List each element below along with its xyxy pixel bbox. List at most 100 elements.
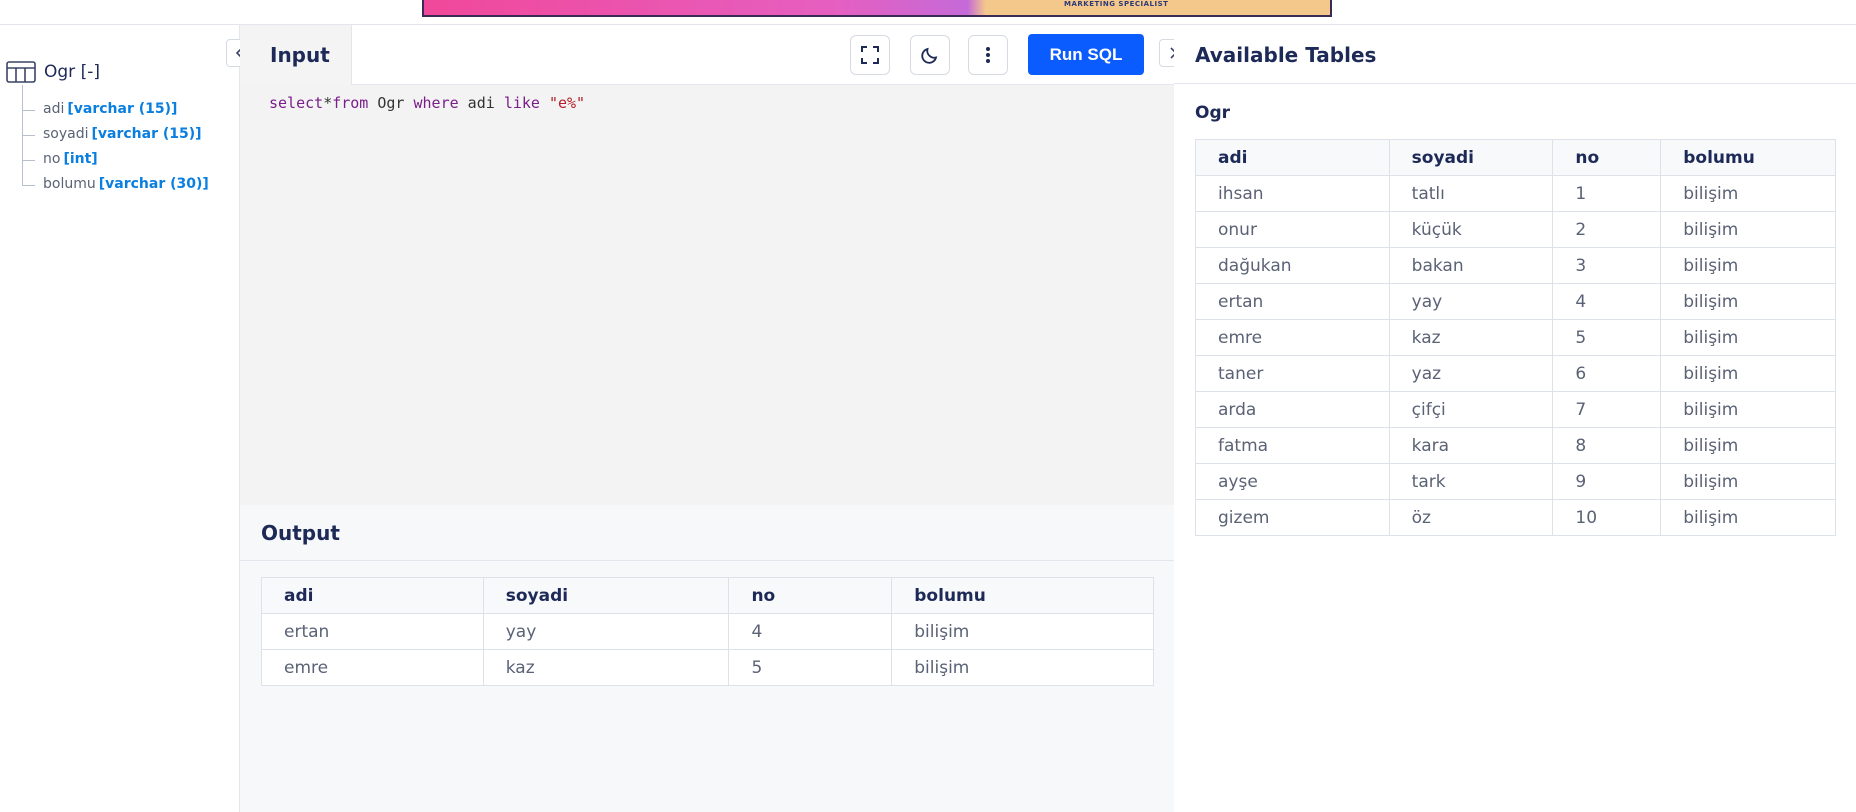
output-section: Output adi soyadi no bolumu ertan yay 4 …	[240, 505, 1174, 812]
table-cell: fatma	[1195, 427, 1390, 464]
table-row: ertan yay 4 bilişim	[1195, 283, 1836, 320]
table-cell: 1	[1552, 175, 1662, 212]
table-header-row: adi soyadi no bolumu	[261, 577, 1154, 614]
table-cell: 4	[728, 613, 893, 650]
table-row: fatma kara 8 bilişim	[1195, 427, 1836, 464]
table-cell: bakan	[1388, 247, 1554, 284]
column-name: soyadi	[43, 126, 89, 142]
code-token: Ogr	[368, 94, 414, 112]
table-cell: 5	[728, 649, 893, 686]
column-header: adi	[1195, 139, 1390, 176]
table-row: dağukan bakan 3 bilişim	[1195, 247, 1836, 284]
available-table-body: ihsan tatlı 1 bilişim onur küçük 2 bilişim dağuk…	[1195, 175, 1836, 536]
table-cell: yaz	[1388, 355, 1554, 392]
table-row: ihsan tatlı 1 bilişim	[1195, 175, 1836, 212]
column-header: bolumu	[891, 577, 1154, 614]
table-cell: 4	[1552, 283, 1662, 320]
table-cell: 5	[1552, 319, 1662, 356]
column-header: soyadi	[1388, 139, 1554, 176]
table-cell: emre	[261, 649, 484, 686]
code-string: "e%"	[548, 94, 586, 112]
table-cell: 2	[1552, 211, 1662, 248]
column-item: adi [varchar (15)]	[22, 85, 209, 122]
table-cell: bilişim	[1660, 319, 1836, 356]
theme-toggle-button[interactable]	[910, 35, 950, 75]
table-cell: taner	[1195, 355, 1390, 392]
column-header: bolumu	[1660, 139, 1836, 176]
table-node-label: Ogr [-]	[44, 62, 100, 82]
table-cell: yay	[1388, 283, 1554, 320]
table-icon	[6, 61, 36, 83]
moon-icon	[921, 47, 938, 64]
input-header: Input Run SQL	[240, 25, 1174, 85]
table-node-ogr[interactable]: Ogr [-]	[6, 61, 100, 83]
table-cell: tark	[1388, 463, 1554, 500]
table-cell: 3	[1552, 247, 1662, 284]
table-cell: tatlı	[1388, 175, 1554, 212]
output-table: adi soyadi no bolumu ertan yay 4 bilişim…	[261, 577, 1154, 686]
table-cell: onur	[1195, 211, 1390, 248]
table-cell: bilişim	[1660, 211, 1836, 248]
column-item: no [int]	[22, 135, 209, 172]
column-item: soyadi [varchar (15)]	[22, 110, 209, 147]
available-table-name: Ogr	[1195, 103, 1231, 123]
available-tables-header: Available Tables	[1174, 25, 1856, 84]
table-cell: bilişim	[1660, 247, 1836, 284]
fullscreen-button[interactable]	[850, 35, 890, 75]
table-row: taner yaz 6 bilişim	[1195, 355, 1836, 392]
table-cell: bilişim	[1660, 391, 1836, 428]
column-header: no	[728, 577, 893, 614]
table-cell: bilişim	[1660, 175, 1836, 212]
table-row: ayşe tark 9 bilişim	[1195, 463, 1836, 500]
table-row: emre kaz 5 bilişim	[261, 649, 1154, 686]
run-sql-button[interactable]: Run SQL	[1028, 34, 1144, 75]
table-row: arda çifçi 7 bilişim	[1195, 391, 1836, 428]
table-cell: öz	[1388, 499, 1554, 536]
available-table: adi soyadi no bolumu ihsan tatlı 1 bilişim o…	[1195, 139, 1836, 536]
top-bar: MARKETING SPECIALIST	[0, 0, 1856, 25]
table-cell: dağukan	[1195, 247, 1390, 284]
code-keyword: select	[269, 94, 324, 112]
column-type: [int]	[63, 151, 98, 167]
code-token: adi	[458, 94, 504, 112]
table-cell: 8	[1552, 427, 1662, 464]
more-options-button[interactable]	[968, 35, 1008, 75]
table-cell: kaz	[1388, 319, 1554, 356]
table-row: emre kaz 5 bilişim	[1195, 319, 1836, 356]
table-cell: arda	[1195, 391, 1390, 428]
table-cell: bilişim	[1660, 499, 1836, 536]
table-cell: yay	[482, 613, 730, 650]
table-cell: bilişim	[1660, 427, 1836, 464]
code-keyword: from	[332, 94, 369, 112]
code-keyword: where	[413, 94, 459, 112]
column-header: no	[1552, 139, 1662, 176]
table-cell: bilişim	[1660, 355, 1836, 392]
table-row: ertan yay 4 bilişim	[261, 613, 1154, 650]
table-cell: emre	[1195, 319, 1390, 356]
column-name: bolumu	[43, 176, 96, 192]
code-keyword: like	[503, 94, 540, 112]
table-cell: gizem	[1195, 499, 1390, 536]
table-cell: ertan	[1195, 283, 1390, 320]
output-title: Output	[261, 520, 340, 545]
table-cell: 7	[1552, 391, 1662, 428]
fullscreen-icon	[861, 46, 879, 64]
table-cell: 6	[1552, 355, 1662, 392]
table-header-row: adi soyadi no bolumu	[1195, 139, 1836, 176]
table-cell: 9	[1552, 463, 1662, 500]
tab-input[interactable]: Input	[240, 25, 352, 85]
table-cell: çifçi	[1388, 391, 1554, 428]
column-name: no	[43, 151, 61, 167]
column-type: [varchar (15)]	[91, 126, 202, 142]
ad-banner-text: MARKETING SPECIALIST	[1064, 0, 1169, 8]
column-item: bolumu [varchar (30)]	[22, 160, 209, 197]
table-cell: ayşe	[1195, 463, 1390, 500]
sql-editor[interactable]: select*from Ogr where adi like "e%"	[240, 85, 1174, 505]
table-cell: küçük	[1388, 211, 1554, 248]
table-row: gizem öz 10 bilişim	[1195, 499, 1836, 536]
table-cell: ihsan	[1195, 175, 1390, 212]
column-header: soyadi	[482, 577, 730, 614]
column-type: [varchar (30)]	[98, 176, 209, 192]
ad-banner[interactable]: MARKETING SPECIALIST	[422, 0, 1332, 17]
